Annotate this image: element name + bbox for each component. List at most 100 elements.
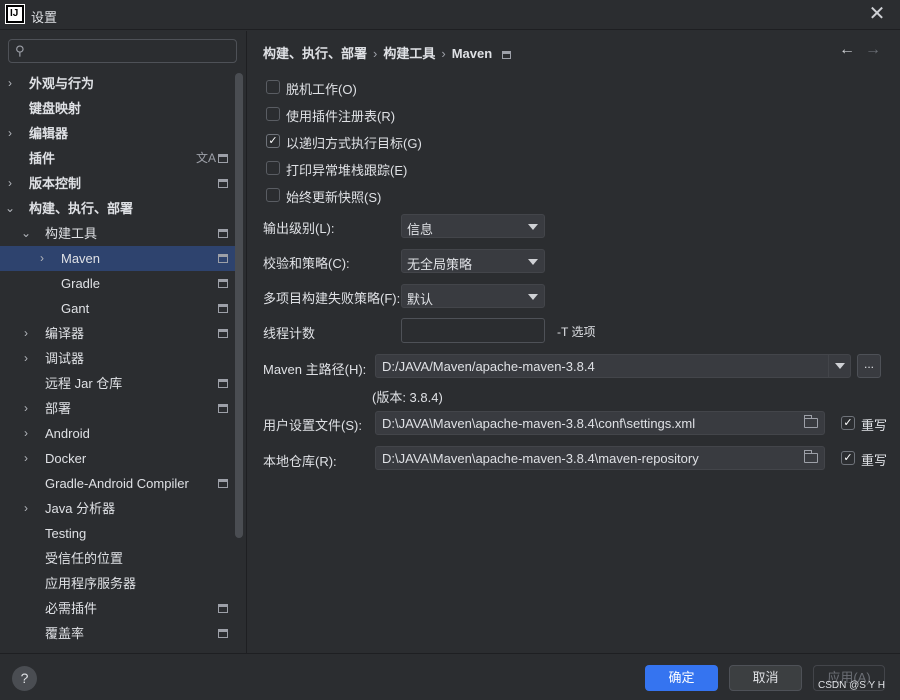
checkbox-label: 始终更新快照(S) [286, 190, 382, 205]
sidebar-item-label: Java 分析器 [45, 501, 116, 516]
sidebar-item[interactable]: › 部署 [0, 396, 236, 421]
sidebar-item[interactable]: › 编辑器 [0, 121, 236, 146]
close-icon[interactable]: ✕ [866, 4, 888, 26]
sidebar-item-label: 键盘映射 [29, 101, 82, 116]
watermark: CSDN @S Y H [818, 680, 886, 691]
sidebar-item[interactable]: 插件 文A [0, 146, 236, 171]
multiproject-fail-label: 多项目构建失败策略(F): [263, 291, 401, 306]
settings-scope-icon [218, 479, 228, 488]
breadcrumb-item[interactable]: 构建、执行、部署 [263, 46, 367, 61]
breadcrumb-item[interactable]: 构建工具 [383, 46, 435, 61]
sidebar-item[interactable]: › 外观与行为 [0, 71, 236, 96]
override-checkbox[interactable]: ✓ [841, 416, 855, 430]
sidebar-item[interactable]: Gradle-Android Compiler [0, 471, 236, 496]
chevron-down-icon[interactable]: ⌄ [4, 196, 16, 221]
checkbox[interactable] [266, 107, 280, 121]
maven-home-label: Maven 主路径(H): [263, 362, 367, 377]
settings-scope-icon [218, 154, 228, 163]
sidebar-item[interactable]: › Maven [0, 246, 236, 271]
sidebar-item-label: 必需插件 [45, 601, 98, 616]
cancel-button[interactable]: 取消 [729, 665, 802, 691]
chevron-right-icon[interactable]: › [20, 346, 32, 371]
breadcrumb-current: Maven [451, 46, 493, 61]
settings-scope-icon [218, 279, 228, 288]
breadcrumb-separator: › [441, 46, 446, 61]
sidebar-scrollbar[interactable] [235, 73, 243, 538]
checkbox[interactable] [266, 80, 280, 94]
checkbox[interactable] [266, 188, 280, 202]
output-level-select[interactable]: 信息 [401, 214, 545, 238]
sidebar-item[interactable]: › Android [0, 421, 236, 446]
sidebar-item[interactable]: Testing [0, 521, 236, 546]
folder-icon[interactable] [804, 450, 818, 463]
chevron-right-icon[interactable]: › [20, 446, 32, 471]
multiproject-fail-select[interactable]: 默认 [401, 284, 545, 308]
user-settings-label: 用户设置文件(S): [263, 418, 362, 433]
chevron-right-icon[interactable]: › [20, 321, 32, 346]
sidebar-item[interactable]: 远程 Jar 仓库 [0, 371, 236, 396]
sidebar-item[interactable]: Gant [0, 296, 236, 321]
sidebar-item-label: Maven [61, 251, 101, 266]
settings-scope-icon [218, 304, 228, 313]
settings-scope-icon [218, 329, 228, 338]
thread-count-suffix: -T 选项 [557, 325, 596, 339]
sidebar-item-label: Android [45, 426, 90, 441]
chevron-right-icon[interactable]: › [20, 496, 32, 521]
sidebar-item[interactable]: 键盘映射 [0, 96, 236, 121]
sidebar-item[interactable]: › 版本控制 [0, 171, 236, 196]
maven-home-dropdown[interactable] [828, 355, 850, 377]
checkbox[interactable] [266, 161, 280, 175]
sidebar-item[interactable]: 覆盖率 [0, 621, 236, 646]
chevron-down-icon[interactable]: ⌄ [20, 221, 32, 246]
ok-button[interactable]: 确定 [645, 665, 718, 691]
help-button[interactable]: ? [12, 666, 37, 691]
sidebar-item[interactable]: ⌄ 构建、执行、部署 [0, 196, 236, 221]
user-settings-field[interactable]: D:\JAVA\Maven\apache-maven-3.8.4\conf\se… [375, 411, 825, 435]
local-repo-field[interactable]: D:\JAVA\Maven\apache-maven-3.8.4\maven-r… [375, 446, 825, 470]
sidebar-item-label: Testing [45, 526, 87, 541]
back-arrow-icon[interactable]: ← [839, 41, 855, 59]
sidebar-item[interactable]: 必需插件 [0, 596, 236, 621]
sidebar-item-label: Docker [45, 451, 87, 466]
chevron-right-icon[interactable]: › [20, 396, 32, 421]
checkbox-label: 打印异常堆栈跟踪(E) [286, 163, 408, 178]
settings-scope-icon [218, 229, 228, 238]
folder-icon[interactable] [804, 415, 818, 428]
sidebar-item[interactable]: 应用程序服务器 [0, 571, 236, 596]
thread-count-input[interactable] [401, 318, 545, 343]
forward-arrow-icon[interactable]: → [865, 41, 881, 59]
local-repo-value: D:\JAVA\Maven\apache-maven-3.8.4\maven-r… [382, 451, 699, 466]
search-input[interactable]: ⚲ [8, 39, 237, 63]
checkbox-label: 脱机工作(O) [286, 82, 357, 97]
intellij-app-icon: IJ [5, 4, 25, 24]
chevron-down-icon [835, 363, 845, 369]
sidebar-item[interactable]: › 调试器 [0, 346, 236, 371]
chevron-right-icon[interactable]: › [36, 246, 48, 271]
checkbox[interactable]: ✓ [266, 134, 280, 148]
browse-button[interactable]: ... [857, 354, 881, 378]
window-title: 设置 [31, 10, 58, 25]
checkbox-label: 使用插件注册表(R) [286, 109, 396, 124]
sidebar-item-label: 编译器 [45, 326, 85, 341]
sidebar-item[interactable]: › Java 分析器 [0, 496, 236, 521]
chevron-right-icon[interactable]: › [4, 121, 16, 146]
sidebar-item[interactable]: 受信任的位置 [0, 546, 236, 571]
sidebar-item[interactable]: ⌄ 构建工具 [0, 221, 236, 246]
sidebar-item[interactable]: › Docker [0, 446, 236, 471]
sidebar-item-label: 构建、执行、部署 [29, 201, 134, 216]
sidebar-item-label: 远程 Jar 仓库 [45, 376, 123, 391]
chevron-right-icon[interactable]: › [20, 421, 32, 446]
sidebar-item-label: 版本控制 [29, 176, 82, 191]
sidebar-item[interactable]: › 编译器 [0, 321, 236, 346]
sidebar-item-label: 外观与行为 [29, 76, 95, 91]
checksum-policy-label: 校验和策略(C): [263, 256, 350, 271]
maven-home-combo[interactable]: D:/JAVA/Maven/apache-maven-3.8.4 [375, 354, 851, 378]
override-checkbox[interactable]: ✓ [841, 451, 855, 465]
chevron-right-icon[interactable]: › [4, 171, 16, 196]
sidebar-item[interactable]: Gradle [0, 271, 236, 296]
sidebar-item-label: 部署 [45, 401, 72, 416]
chevron-right-icon[interactable]: › [4, 71, 16, 96]
local-repo-label: 本地仓库(R): [263, 454, 337, 469]
settings-scope-icon [218, 379, 228, 388]
checksum-policy-select[interactable]: 无全局策略 [401, 249, 545, 273]
